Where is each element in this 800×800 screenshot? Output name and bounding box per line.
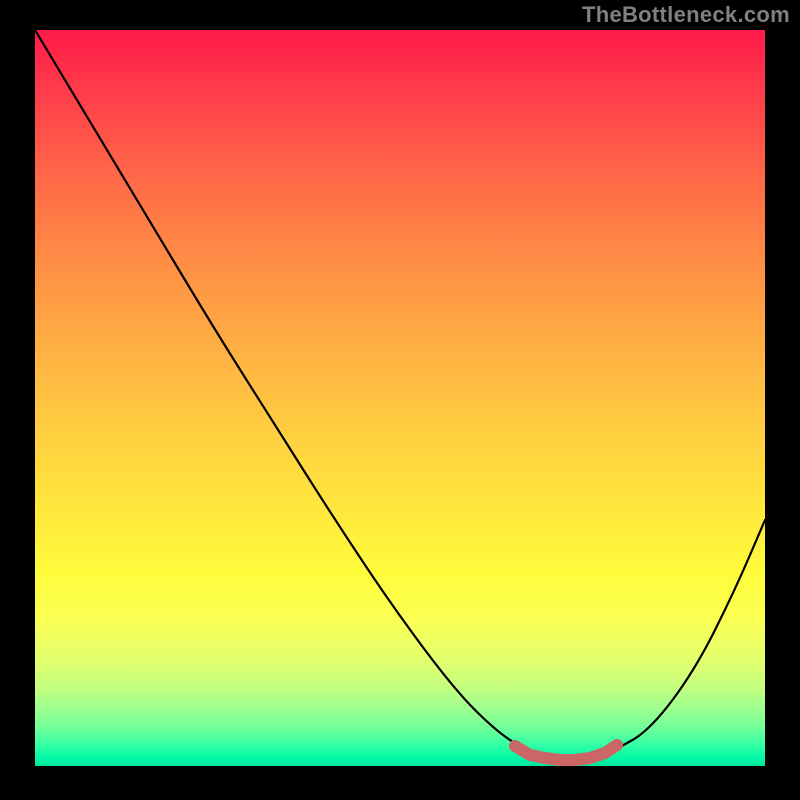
plot-area: [35, 30, 765, 766]
chart-frame: TheBottleneck.com: [0, 0, 800, 800]
watermark-text: TheBottleneck.com: [582, 2, 790, 28]
optimal-range-marker: [515, 745, 617, 760]
curve-layer: [35, 30, 765, 766]
bottleneck-curve: [35, 30, 765, 760]
